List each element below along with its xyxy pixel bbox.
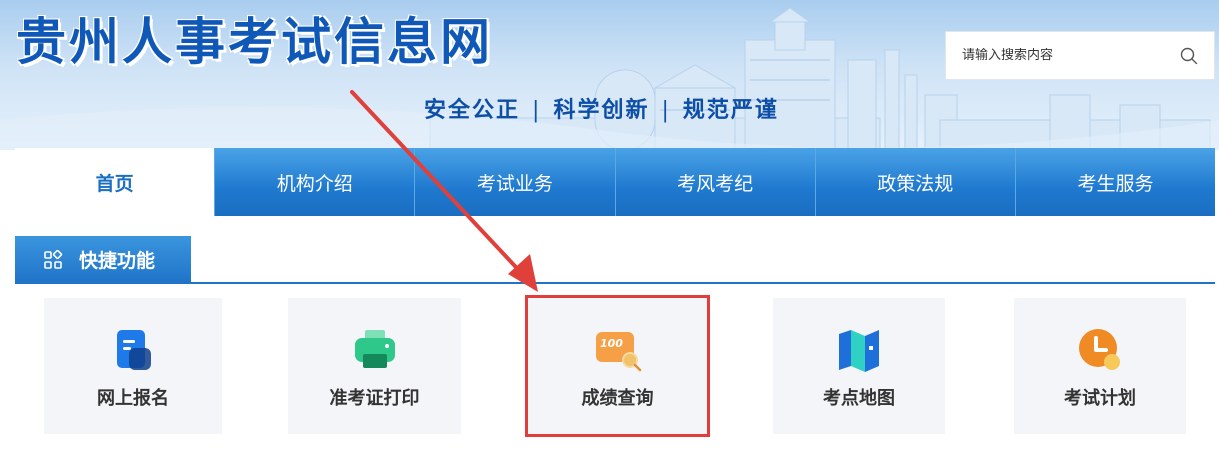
slogan-part-1: 安全公正 bbox=[424, 97, 521, 123]
score-badge: 100 bbox=[600, 337, 623, 350]
score-100-icon: 100 bbox=[595, 332, 641, 372]
printer-icon bbox=[354, 330, 395, 368]
quick-functions-title: 快捷功能 bbox=[79, 250, 156, 272]
search-icon[interactable] bbox=[1180, 47, 1198, 65]
search-box bbox=[945, 31, 1215, 80]
form-document-icon bbox=[117, 330, 151, 370]
quick-functions-tab: 快捷功能 bbox=[15, 236, 191, 283]
nav-item-exam-business[interactable]: 考试业务 bbox=[415, 148, 616, 216]
quick-card-exam-plan[interactable]: 考试计划 bbox=[1014, 298, 1186, 434]
header-banner: 贵州人事考试信息网 安全公正 | 科学创新 | 规范严谨 bbox=[0, 0, 1219, 150]
main-nav: 首页 机构介绍 考试业务 考风考纪 政策法规 考生服务 bbox=[15, 148, 1216, 216]
search-input[interactable] bbox=[962, 48, 1162, 63]
quick-functions-panel: 网上报名 准考证打印 100 成绩查询 考点地图 考试计划 bbox=[15, 284, 1215, 452]
slogan-part-2: 科学创新 bbox=[553, 97, 650, 123]
quick-card-admission-ticket-print[interactable]: 准考证打印 bbox=[288, 298, 461, 434]
quick-card-score-query[interactable]: 100 成绩查询 bbox=[525, 295, 710, 437]
nav-item-home[interactable]: 首页 bbox=[15, 148, 216, 216]
quick-card-label: 考点地图 bbox=[823, 388, 895, 409]
nav-item-candidate-service[interactable]: 考生服务 bbox=[1015, 148, 1216, 216]
quick-card-online-registration[interactable]: 网上报名 bbox=[44, 298, 222, 434]
quick-card-label: 准考证打印 bbox=[329, 388, 420, 409]
map-icon bbox=[839, 330, 879, 372]
quick-card-label: 网上报名 bbox=[97, 388, 169, 409]
nav-item-about[interactable]: 机构介绍 bbox=[215, 148, 416, 216]
clock-icon bbox=[1079, 329, 1120, 370]
slogan-separator: | bbox=[661, 98, 671, 123]
nav-item-exam-discipline[interactable]: 考风考纪 bbox=[615, 148, 816, 216]
quick-card-exam-site-map[interactable]: 考点地图 bbox=[773, 298, 945, 434]
quick-card-label: 成绩查询 bbox=[581, 388, 654, 409]
apps-grid-icon bbox=[44, 249, 63, 269]
nav-item-policy[interactable]: 政策法规 bbox=[815, 148, 1016, 216]
slogan-part-3: 规范严谨 bbox=[682, 97, 779, 123]
slogan-separator: | bbox=[532, 98, 542, 123]
site-title: 贵州人事考试信息网 bbox=[16, 12, 493, 71]
quick-card-label: 考试计划 bbox=[1064, 388, 1136, 409]
site-slogan: 安全公正 | 科学创新 | 规范严谨 bbox=[424, 92, 779, 124]
